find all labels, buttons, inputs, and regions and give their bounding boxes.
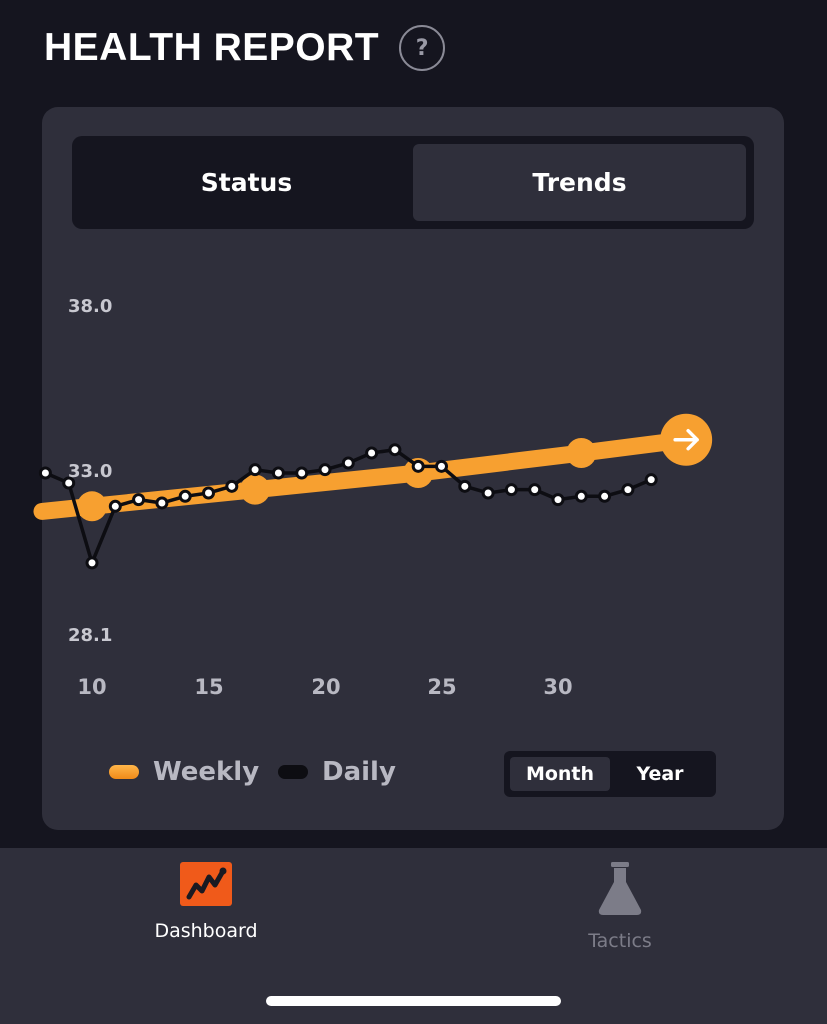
- nav-tactics-label: Tactics: [588, 930, 652, 952]
- weekly-point: [77, 491, 107, 522]
- daily-point: [458, 479, 472, 493]
- x-tick-label: 20: [311, 675, 341, 699]
- range-month-button[interactable]: Month: [510, 757, 610, 791]
- legend-item-weekly: Weekly: [109, 757, 259, 787]
- daily-point: [225, 479, 239, 493]
- daily-point: [341, 456, 355, 470]
- legend-item-daily: Daily: [278, 757, 396, 787]
- nav-tactics[interactable]: Tactics: [520, 862, 720, 952]
- daily-point: [271, 466, 285, 480]
- range-toggle: Month Year: [504, 751, 716, 797]
- flask-icon: [598, 862, 642, 915]
- daily-point: [318, 463, 332, 477]
- daily-point: [598, 489, 612, 503]
- daily-point: [644, 473, 658, 487]
- daily-point: [248, 463, 262, 477]
- range-year-button[interactable]: Year: [610, 757, 710, 791]
- daily-point: [295, 466, 309, 480]
- daily-point: [85, 556, 99, 570]
- home-indicator: [266, 996, 561, 1006]
- header: HEALTH REPORT ?: [44, 22, 446, 74]
- daily-point: [388, 443, 402, 457]
- daily-point: [155, 496, 169, 510]
- legend-label: Weekly: [153, 757, 260, 787]
- daily-point: [481, 486, 495, 500]
- daily-point: [62, 476, 76, 490]
- daily-point: [38, 466, 52, 480]
- page-title: HEALTH REPORT: [44, 26, 380, 69]
- daily-point: [621, 483, 635, 497]
- trend-chart: [33, 413, 713, 570]
- daily-point: [528, 483, 542, 497]
- trends-card: Status Trends 38.0 33.0 28.1 10 15 20 25…: [33, 107, 784, 830]
- daily-point: [132, 493, 146, 507]
- x-tick-label: 10: [77, 675, 107, 699]
- daily-point: [108, 499, 122, 513]
- daily-point: [504, 483, 518, 497]
- daily-point: [178, 489, 192, 503]
- arrow-right-icon[interactable]: [660, 413, 713, 466]
- daily-point: [551, 493, 565, 507]
- daily-point: [411, 459, 425, 473]
- legend-swatch-daily: [278, 765, 308, 779]
- trend-chart-icon: [180, 862, 232, 906]
- legend-swatch-weekly: [109, 765, 139, 779]
- daily-point: [202, 486, 215, 500]
- legend-label: Daily: [322, 757, 396, 787]
- daily-point: [365, 446, 379, 460]
- nav-dashboard-label: Dashboard: [154, 920, 258, 942]
- daily-point: [435, 459, 448, 473]
- daily-point: [574, 489, 588, 503]
- bottom-nav: Dashboard Tactics: [0, 848, 827, 1024]
- x-tick-label: 25: [427, 675, 457, 699]
- help-icon[interactable]: ?: [399, 25, 446, 71]
- x-tick-label: 30: [543, 675, 573, 699]
- weekly-point: [566, 438, 597, 469]
- x-tick-label: 15: [194, 675, 224, 699]
- nav-dashboard[interactable]: Dashboard: [106, 862, 306, 942]
